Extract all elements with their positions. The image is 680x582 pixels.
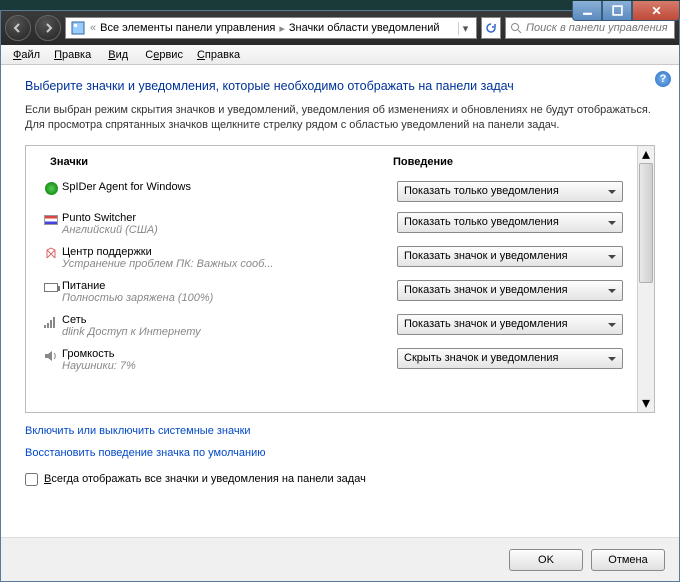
list-item: Центр поддержкиУстранение проблем ПК: Ва… xyxy=(26,241,637,275)
cancel-button[interactable]: Отмена xyxy=(591,549,665,571)
list-item: Сетьdlink Доступ к Интернету Показать зна… xyxy=(26,309,637,343)
chevron-right-icon: « xyxy=(88,22,98,34)
icon-list-frame: Значки Поведение SpIDer Agent for Window… xyxy=(25,145,655,413)
control-panel-window: « Все элементы панели управления ▸ Значк… xyxy=(0,10,680,582)
window-controls xyxy=(572,1,680,21)
always-show-checkbox-row: Всегда отображать все значки и уведомлен… xyxy=(25,473,655,486)
item-title: Сеть xyxy=(62,314,387,326)
item-subtitle: Устранение проблем ПК: Важных сооб... xyxy=(62,258,387,270)
ok-button[interactable]: OK xyxy=(509,549,583,571)
list-item: SpIDer Agent for Windows Показать только … xyxy=(26,176,637,207)
content-area: ? Выберите значки и уведомления, которые… xyxy=(1,65,679,537)
behavior-select[interactable]: Скрыть значок и уведомления xyxy=(397,348,623,369)
behavior-select[interactable]: Показать значок и уведомления xyxy=(397,246,623,267)
breadcrumb-current[interactable]: Значки области уведомлений xyxy=(289,22,440,34)
item-subtitle: Полностью заряжена (100%) xyxy=(62,292,387,304)
control-panel-icon xyxy=(70,20,86,36)
search-input[interactable] xyxy=(526,22,670,34)
item-title: Центр поддержки xyxy=(62,246,387,258)
action-links: Включить или выключить системные значки … xyxy=(25,425,655,469)
page-description: Если выбран режим скрытия значков и увед… xyxy=(25,103,655,133)
behavior-select[interactable]: Показать значок и уведомления xyxy=(397,280,623,301)
chevron-right-icon: ▸ xyxy=(277,22,287,35)
column-behavior: Поведение xyxy=(393,156,623,168)
battery-icon xyxy=(40,280,62,296)
link-toggle-system-icons[interactable]: Включить или выключить системные значки xyxy=(25,425,655,437)
list-header: Значки Поведение xyxy=(26,146,637,176)
menu-bar: ФФайлайл Правка Вид Сервис Справка xyxy=(1,45,679,65)
flag-icon xyxy=(40,212,62,228)
behavior-select[interactable]: Показать только уведомления xyxy=(397,181,623,202)
shield-icon xyxy=(40,181,62,197)
menu-help[interactable]: Справка xyxy=(191,47,246,63)
always-show-label: Всегда отображать все значки и уведомлен… xyxy=(44,473,366,485)
list-item: Punto SwitcherАнглийский (США) Показать т… xyxy=(26,207,637,241)
scrollbar[interactable]: ▴ ▾ xyxy=(637,146,654,412)
item-title: SpIDer Agent for Windows xyxy=(62,181,387,193)
maximize-button[interactable] xyxy=(602,1,632,21)
menu-service[interactable]: Сервис xyxy=(139,47,189,63)
back-button[interactable] xyxy=(5,15,31,41)
behavior-select[interactable]: Показать только уведомления xyxy=(397,212,623,233)
menu-edit[interactable]: Правка xyxy=(48,47,97,63)
page-title: Выберите значки и уведомления, которые н… xyxy=(25,79,655,93)
minimize-button[interactable] xyxy=(572,1,602,21)
network-icon xyxy=(40,314,62,330)
item-title: Громкость xyxy=(62,348,387,360)
scroll-up-button[interactable]: ▴ xyxy=(638,146,654,163)
scroll-down-button[interactable]: ▾ xyxy=(638,395,654,412)
item-subtitle: Английский (США) xyxy=(62,224,387,236)
item-title: Punto Switcher xyxy=(62,212,387,224)
refresh-button[interactable] xyxy=(481,17,501,39)
support-icon xyxy=(40,246,62,262)
dialog-footer: OK Отмена xyxy=(1,537,679,581)
breadcrumb-root[interactable]: Все элементы панели управления xyxy=(100,22,275,34)
list-item: ГромкостьНаушники: 7% Скрыть значок и уве… xyxy=(26,343,637,377)
item-subtitle: dlink Доступ к Интернету xyxy=(62,326,387,338)
behavior-select[interactable]: Показать значок и уведомления xyxy=(397,314,623,335)
menu-file[interactable]: ФФайлайл xyxy=(7,47,46,63)
search-icon xyxy=(510,22,522,34)
link-restore-default[interactable]: Восстановить поведение значка по умолчан… xyxy=(25,447,655,459)
list-item: ПитаниеПолностью заряжена (100%) Показать… xyxy=(26,275,637,309)
item-title: Питание xyxy=(62,280,387,292)
item-subtitle: Наушники: 7% xyxy=(62,360,387,372)
forward-button[interactable] xyxy=(35,15,61,41)
breadcrumb-dropdown[interactable]: ▾ xyxy=(458,22,472,35)
volume-icon xyxy=(40,348,62,364)
help-icon[interactable]: ? xyxy=(655,71,671,87)
close-button[interactable] xyxy=(632,1,680,21)
breadcrumb[interactable]: « Все элементы панели управления ▸ Значк… xyxy=(65,17,477,39)
menu-view[interactable]: Вид xyxy=(99,47,137,63)
column-icons: Значки xyxy=(50,156,393,168)
scroll-thumb[interactable] xyxy=(639,163,653,283)
always-show-checkbox[interactable] xyxy=(25,473,38,486)
